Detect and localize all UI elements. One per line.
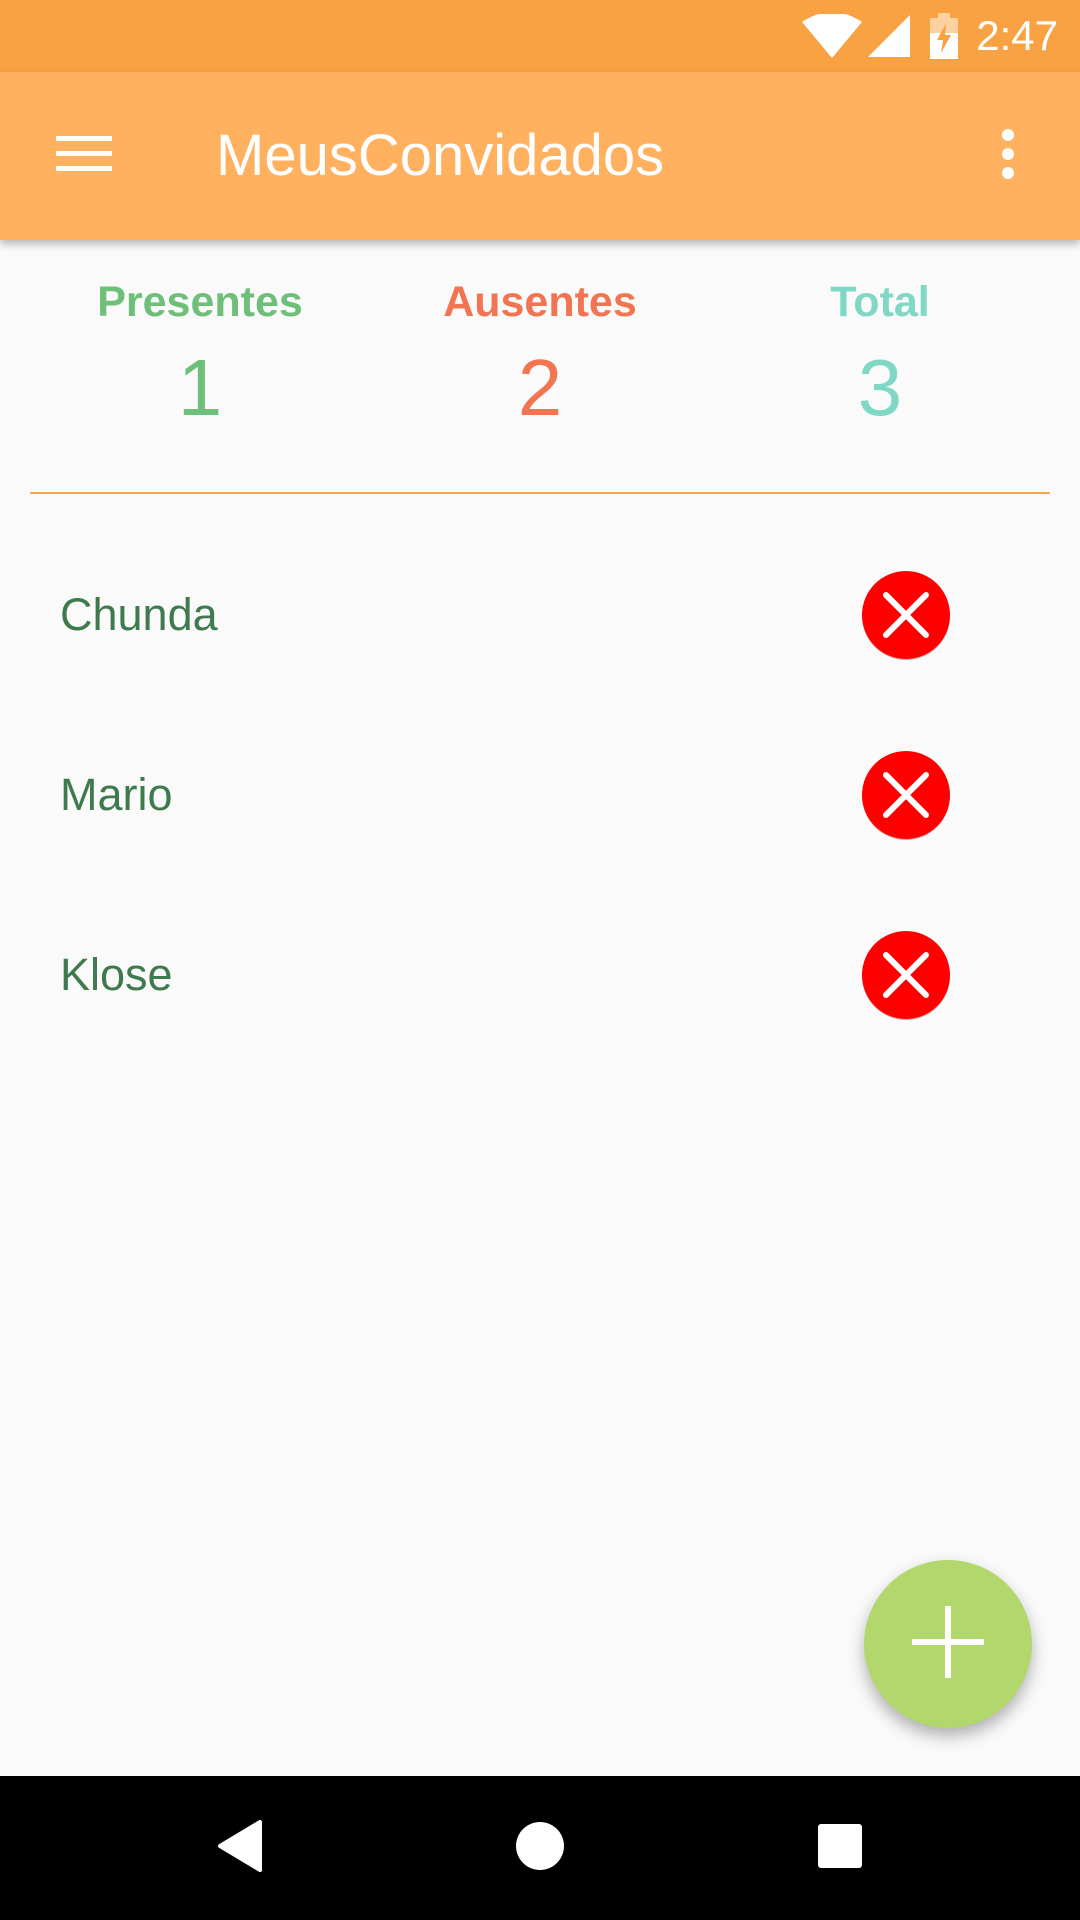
stat-total-value: 3 bbox=[857, 343, 903, 432]
guest-name: Klose bbox=[60, 949, 173, 1000]
hamburger-menu-icon bbox=[56, 134, 112, 179]
stat-total-label: Total bbox=[830, 278, 930, 326]
stat-absent-label: Ausentes bbox=[443, 278, 637, 326]
stat-present-label: Presentes bbox=[97, 278, 303, 326]
add-icon bbox=[910, 1604, 986, 1685]
battery-charging-icon bbox=[930, 13, 959, 59]
system-nav-bar bbox=[0, 1776, 1080, 1920]
nav-recents-button[interactable] bbox=[768, 1776, 912, 1920]
guest-row[interactable]: Chunda bbox=[0, 525, 1080, 705]
nav-back-button[interactable] bbox=[168, 1776, 312, 1920]
back-icon bbox=[216, 1819, 264, 1877]
cell-signal-icon bbox=[868, 15, 911, 57]
nav-home-button[interactable] bbox=[468, 1776, 612, 1920]
stat-present: Presentes 1 bbox=[30, 270, 370, 438]
absent-x-icon bbox=[860, 569, 952, 661]
status-bar: 2:47 bbox=[0, 0, 1080, 72]
guest-name: Chunda bbox=[60, 589, 218, 640]
stat-absent: Ausentes 2 bbox=[370, 270, 710, 438]
absent-x-icon bbox=[860, 929, 952, 1021]
stat-total: Total 3 bbox=[710, 270, 1050, 438]
guest-row[interactable]: Mario bbox=[0, 705, 1080, 885]
status-icons: 2:47 bbox=[802, 0, 1058, 72]
stat-present-value: 1 bbox=[177, 343, 223, 432]
recents-icon bbox=[817, 1823, 863, 1874]
app-title: MeusConvidados bbox=[216, 123, 665, 188]
stat-absent-value: 2 bbox=[517, 343, 563, 432]
home-icon bbox=[515, 1821, 565, 1876]
app-bar: MeusConvidados bbox=[0, 72, 1080, 240]
status-clock: 2:47 bbox=[976, 12, 1058, 59]
stats-divider bbox=[30, 492, 1050, 494]
add-guest-fab[interactable] bbox=[864, 1560, 1032, 1728]
wifi-icon bbox=[802, 14, 863, 58]
overflow-menu-button[interactable] bbox=[966, 114, 1050, 198]
guest-row[interactable]: Klose bbox=[0, 885, 1080, 1065]
menu-button[interactable] bbox=[42, 114, 126, 198]
more-vert-icon bbox=[1001, 128, 1015, 184]
absent-x-icon bbox=[860, 749, 952, 841]
guest-name: Mario bbox=[60, 769, 173, 820]
